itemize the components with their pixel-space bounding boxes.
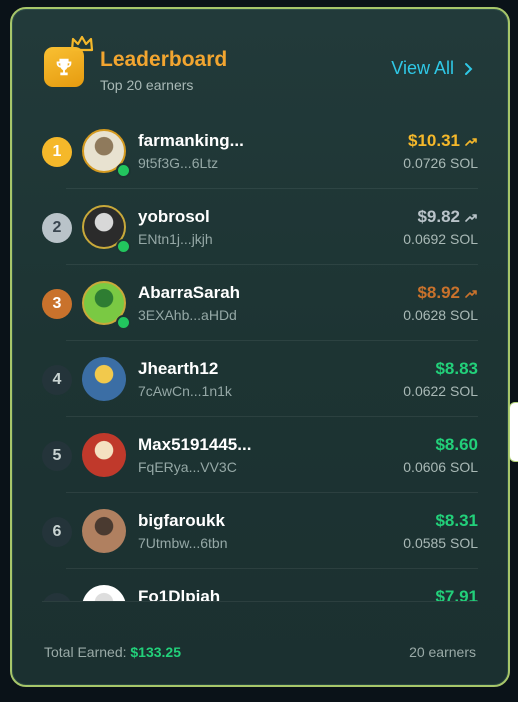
total-earned-label: Total Earned: bbox=[44, 644, 127, 660]
earned-amount-value: $7.91 bbox=[435, 587, 478, 601]
crown-icon bbox=[70, 35, 94, 52]
trophy-icon bbox=[44, 47, 84, 87]
user-name[interactable]: farmanking... bbox=[138, 131, 244, 151]
earned-amount: $8.92 bbox=[417, 283, 478, 303]
trending-up-icon bbox=[465, 289, 477, 298]
leaderboard-list[interactable]: 1 farmanking... 9t5f3G...6Ltz $10.31 0.0… bbox=[42, 113, 478, 601]
leaderboard-title: Leaderboard bbox=[100, 48, 228, 71]
earned-amount: $7.91 bbox=[435, 587, 478, 601]
avatar[interactable] bbox=[82, 509, 126, 553]
earned-amount: $8.31 bbox=[435, 511, 478, 531]
rank-badge: 5 bbox=[42, 441, 72, 471]
user-name[interactable]: bigfaroukk bbox=[138, 511, 225, 531]
user-name[interactable]: Jhearth12 bbox=[138, 359, 218, 379]
earned-amount-value: $8.60 bbox=[435, 435, 478, 454]
view-all-label: View All bbox=[391, 58, 454, 78]
avatar[interactable] bbox=[82, 433, 126, 477]
earners-count: 20 earners bbox=[409, 644, 476, 660]
leaderboard-row[interactable]: 2 yobrosol ENtn1j...jkjh $9.82 0.0692 SO… bbox=[42, 189, 478, 265]
chevron-right-icon bbox=[465, 62, 473, 75]
rank-number: 3 bbox=[52, 295, 62, 312]
leaderboard-row[interactable]: 6 bigfaroukk 7Utmbw...6tbn $8.31 0.0585 … bbox=[42, 493, 478, 569]
leaderboard-row[interactable]: 4 Jhearth12 7cAwCn...1n1k $8.83 0.0622 S… bbox=[42, 341, 478, 417]
sol-amount: 0.0585 SOL bbox=[403, 535, 478, 551]
earned-amount: $9.82 bbox=[417, 207, 478, 227]
wallet-address: 9t5f3G...6Ltz bbox=[138, 155, 219, 171]
total-earned: Total Earned: $133.25 bbox=[44, 644, 181, 660]
sol-amount: 0.0628 SOL bbox=[403, 307, 478, 323]
leaderboard-subtitle: Top 20 earners bbox=[100, 77, 194, 93]
sol-amount: 0.0692 SOL bbox=[403, 231, 478, 247]
sol-amount: 0.0622 SOL bbox=[403, 383, 478, 399]
online-indicator bbox=[116, 239, 131, 254]
view-all-link[interactable]: View All bbox=[391, 58, 474, 79]
side-panel-edge bbox=[509, 402, 518, 462]
earned-amount: $8.83 bbox=[435, 359, 478, 379]
wallet-address: FqERya...VV3C bbox=[138, 459, 237, 475]
user-name[interactable]: Max5191445... bbox=[138, 435, 251, 455]
leaderboard-header: Leaderboard Top 20 earners View All bbox=[44, 35, 476, 107]
earned-amount-value: $8.31 bbox=[435, 511, 478, 530]
trending-up-icon bbox=[465, 137, 477, 146]
leaderboard-row[interactable]: 3 AbarraSarah 3EXAhb...aHDd $8.92 0.0628… bbox=[42, 265, 478, 341]
user-name[interactable]: AbarraSarah bbox=[138, 283, 240, 303]
rank-number: 1 bbox=[52, 143, 62, 160]
rank-badge: 2 bbox=[42, 213, 72, 243]
earned-amount-value: $8.83 bbox=[435, 359, 478, 378]
wallet-address: 7cAwCn...1n1k bbox=[138, 383, 232, 399]
online-indicator bbox=[116, 315, 131, 330]
rank-badge: 4 bbox=[42, 365, 72, 395]
footer-divider bbox=[42, 601, 478, 602]
earned-amount: $10.31 bbox=[408, 131, 478, 151]
earned-amount: $8.60 bbox=[435, 435, 478, 455]
rank-badge: 7 bbox=[42, 593, 72, 601]
leaderboard-row[interactable]: 5 Max5191445... FqERya...VV3C $8.60 0.06… bbox=[42, 417, 478, 493]
leaderboard-footer: Total Earned: $133.25 20 earners bbox=[12, 601, 508, 685]
avatar[interactable] bbox=[82, 585, 126, 601]
rank-number: 2 bbox=[52, 219, 62, 236]
rank-number: 6 bbox=[52, 523, 62, 540]
online-indicator bbox=[116, 163, 131, 178]
wallet-address: ENtn1j...jkjh bbox=[138, 231, 213, 247]
user-name[interactable]: Fo1Dlpiah bbox=[138, 587, 220, 601]
sol-amount: 0.0726 SOL bbox=[403, 155, 478, 171]
earned-amount-value: $10.31 bbox=[408, 131, 460, 150]
leaderboard-card: Leaderboard Top 20 earners View All 1 fa… bbox=[10, 7, 510, 687]
leaderboard-row[interactable]: 7 Fo1Dlpiah $7.91 bbox=[42, 569, 478, 601]
sol-amount: 0.0606 SOL bbox=[403, 459, 478, 475]
wallet-address: 7Utmbw...6tbn bbox=[138, 535, 228, 551]
avatar[interactable] bbox=[82, 357, 126, 401]
total-earned-value: $133.25 bbox=[130, 644, 181, 660]
rank-number: 5 bbox=[52, 447, 62, 464]
trending-up-icon bbox=[465, 213, 477, 222]
earned-amount-value: $9.82 bbox=[417, 207, 460, 226]
rank-badge: 6 bbox=[42, 517, 72, 547]
rank-badge: 3 bbox=[42, 289, 72, 319]
wallet-address: 3EXAhb...aHDd bbox=[138, 307, 237, 323]
leaderboard-row[interactable]: 1 farmanking... 9t5f3G...6Ltz $10.31 0.0… bbox=[42, 113, 478, 189]
rank-badge: 1 bbox=[42, 137, 72, 167]
earned-amount-value: $8.92 bbox=[417, 283, 460, 302]
rank-number: 4 bbox=[52, 371, 62, 388]
user-name[interactable]: yobrosol bbox=[138, 207, 210, 227]
